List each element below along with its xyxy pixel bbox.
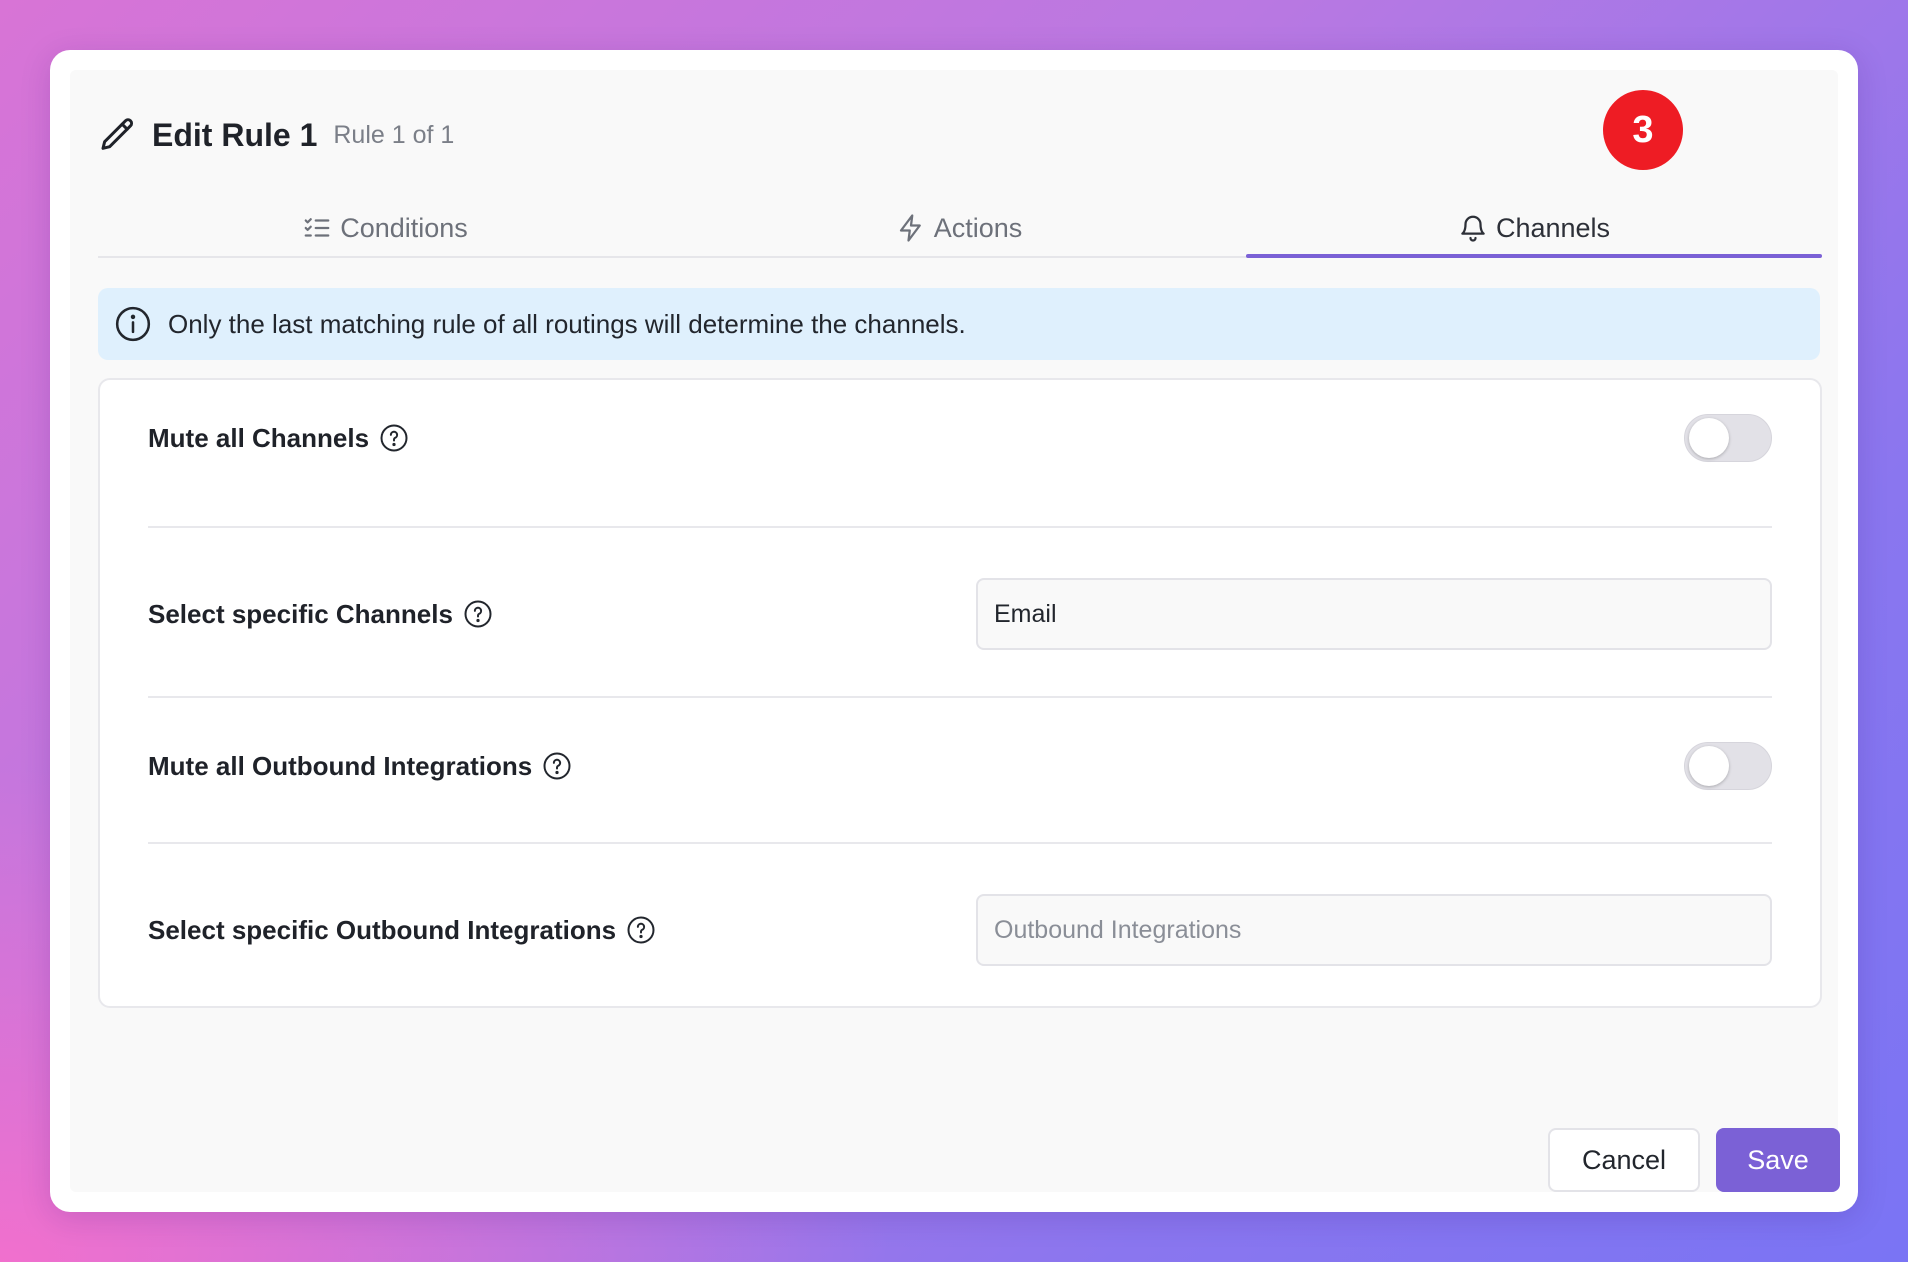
- specific-integrations-label: Select specific Outbound Integrations: [148, 915, 656, 946]
- info-banner: Only the last matching rule of all routi…: [98, 288, 1820, 360]
- mute-channels-label: Mute all Channels: [148, 423, 409, 454]
- bell-icon: [1461, 215, 1485, 242]
- step-badge: 3: [1603, 90, 1683, 170]
- tab-label: Actions: [933, 212, 1023, 243]
- specific-channels-row: Select specific Channels: [148, 578, 1772, 650]
- tab-bar: Conditions Actions Channels: [98, 200, 1822, 258]
- integrations-select-input[interactable]: [976, 894, 1772, 966]
- divider: [148, 842, 1772, 844]
- rule-counter: Rule 1 of 1: [333, 120, 455, 149]
- mute-channels-toggle[interactable]: [1684, 414, 1772, 462]
- save-button[interactable]: Save: [1716, 1128, 1840, 1192]
- tab-channels[interactable]: Channels: [1246, 200, 1822, 258]
- dialog-card: Edit Rule 1 Rule 1 of 1 Conditions Actio…: [50, 50, 1858, 1212]
- cancel-button[interactable]: Cancel: [1548, 1128, 1700, 1192]
- help-icon[interactable]: [379, 423, 409, 453]
- specific-channels-label-text: Select specific Channels: [148, 598, 453, 629]
- mute-channels-row: Mute all Channels: [148, 408, 1772, 468]
- divider: [148, 526, 1772, 528]
- info-text: Only the last matching rule of all routi…: [168, 308, 966, 339]
- pencil-icon: [101, 118, 134, 150]
- tab-label: Channels: [1495, 212, 1611, 243]
- info-icon: [115, 306, 151, 342]
- page-title: Edit Rule 1: [152, 116, 318, 153]
- checklist-icon: [304, 218, 330, 237]
- mute-integrations-label: Mute all Outbound Integrations: [148, 751, 572, 782]
- mute-channels-label-text: Mute all Channels: [148, 422, 370, 453]
- lightning-icon: [899, 214, 921, 242]
- tab-conditions[interactable]: Conditions: [98, 200, 672, 256]
- dialog-header: Edit Rule 1 Rule 1 of 1: [98, 110, 454, 160]
- tab-actions[interactable]: Actions: [672, 200, 1246, 256]
- mute-integrations-toggle[interactable]: [1684, 742, 1772, 790]
- specific-integrations-row: Select specific Outbound Integrations: [148, 894, 1772, 966]
- mute-integrations-row: Mute all Outbound Integrations: [148, 736, 1772, 796]
- divider: [148, 696, 1772, 698]
- tab-label: Conditions: [340, 212, 468, 243]
- channel-settings-box: Mute all Channels Select specific Channe…: [98, 378, 1822, 1008]
- specific-integrations-label-text: Select specific Outbound Integrations: [148, 914, 617, 945]
- help-icon[interactable]: [626, 915, 656, 945]
- channels-select-input[interactable]: [976, 578, 1772, 650]
- help-icon[interactable]: [542, 751, 572, 781]
- mute-integrations-label-text: Mute all Outbound Integrations: [148, 750, 533, 781]
- help-icon[interactable]: [463, 599, 493, 629]
- dialog-panel: Edit Rule 1 Rule 1 of 1 Conditions Actio…: [70, 70, 1840, 1192]
- specific-channels-label: Select specific Channels: [148, 599, 493, 630]
